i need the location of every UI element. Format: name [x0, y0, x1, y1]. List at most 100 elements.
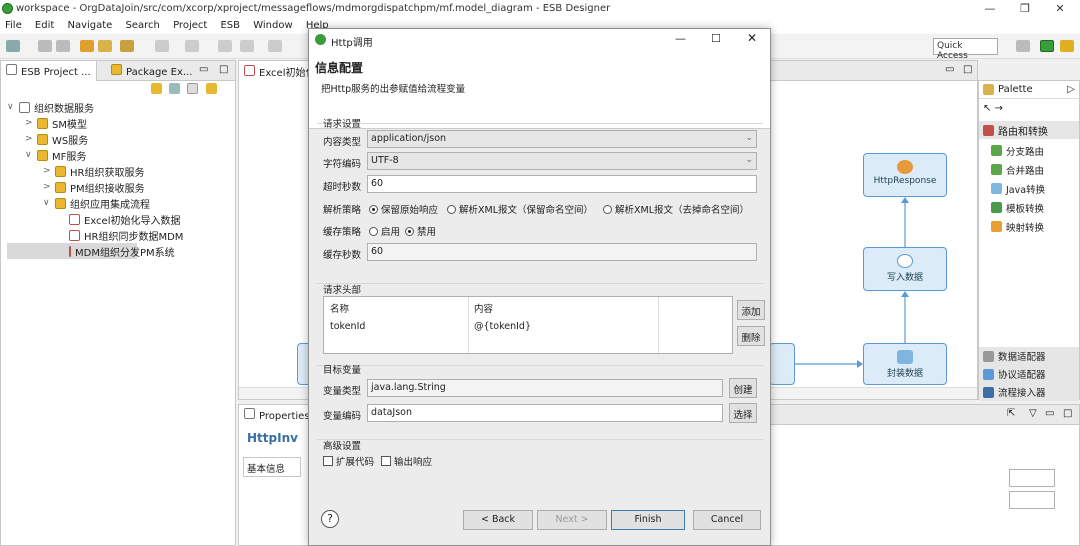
save-icon[interactable] [38, 40, 52, 52]
dialog-maximize-button[interactable]: ☐ [711, 32, 721, 45]
variable-code-input[interactable]: dataJson [367, 404, 723, 422]
view-menu-icon[interactable]: ▽ [1029, 408, 1037, 419]
dialog-close-button[interactable]: ✕ [747, 31, 757, 45]
tab-basic-info[interactable]: 基本信息 [243, 457, 301, 477]
palette-menu-icon[interactable]: ▷ [1067, 84, 1075, 95]
palette-item[interactable]: 分支路由 [991, 141, 1079, 160]
forward-icon[interactable] [268, 40, 282, 52]
palette-section-protocol-adapter[interactable]: 协议适配器 [979, 365, 1079, 383]
timeout-input[interactable]: 60 [367, 175, 757, 193]
flow-file-icon [69, 245, 71, 257]
last-edit-icon[interactable] [218, 40, 232, 52]
maximize-button[interactable]: ❐ [1015, 2, 1035, 15]
folder-icon [37, 133, 48, 145]
output-response-checkbox[interactable]: 输出响应 [381, 454, 432, 468]
back-button[interactable]: < Back [463, 510, 533, 530]
headers-table[interactable]: 名称 内容 tokenId @{tokenId} [323, 296, 733, 354]
palette-item[interactable]: 映射转换 [991, 217, 1079, 236]
palette-item[interactable]: 合并路由 [991, 160, 1079, 179]
parse-option-strip-ns[interactable]: 解析XML报文（去掉命名空间） [603, 202, 749, 216]
tree-item[interactable]: ∨ 组织数据服务 [7, 99, 235, 115]
palette-section-routing[interactable]: 路由和转换 [979, 121, 1079, 139]
build-icon[interactable] [80, 40, 94, 52]
connector-arrowhead [857, 360, 863, 368]
advanced-settings-group: 高级设置 扩展代码 输出响应 [317, 439, 763, 469]
minimize-panel-icon[interactable]: ▭ [199, 64, 208, 75]
tree-item[interactable]: > WS服务 [7, 131, 235, 147]
tree-item[interactable]: ∨ MF服务 [7, 147, 235, 163]
menu-file[interactable]: File [0, 18, 27, 33]
table-cell[interactable]: tokenId [330, 321, 365, 332]
select-variable-button[interactable]: 选择 [729, 403, 757, 423]
back-icon[interactable] [240, 40, 254, 52]
minimize-properties-icon[interactable]: ▭ [1045, 408, 1054, 419]
java-perspective-icon[interactable] [1060, 40, 1074, 52]
menu-project[interactable]: Project [168, 18, 212, 33]
mapping-icon [991, 221, 1002, 232]
tree-item[interactable]: ∨ 组织应用集成流程 [7, 195, 235, 211]
menu-esb[interactable]: ESB [215, 18, 245, 33]
dialog-header-title: 信息配置 [315, 61, 364, 75]
palette-section-data-adapter[interactable]: 数据适配器 [979, 347, 1079, 365]
save-all-icon[interactable] [56, 40, 70, 52]
charset-select[interactable]: UTF-8 ⌄ [367, 152, 757, 170]
tab-esb-project[interactable]: ESB Project ... [1, 61, 97, 81]
help-icon[interactable]: ? [321, 510, 339, 528]
next-button[interactable]: Next > [537, 510, 607, 530]
cache-option-enable[interactable]: 启用 [369, 224, 400, 238]
dialog-minimize-button[interactable]: — [675, 32, 686, 45]
run-icon[interactable] [120, 40, 134, 52]
menu-search[interactable]: Search [121, 18, 165, 33]
variable-type-input[interactable]: java.lang.String [367, 379, 723, 397]
palette-item[interactable]: Java转换 [991, 179, 1079, 198]
tree-item[interactable]: Excel初始化导入数据 [7, 211, 235, 227]
sync-icon[interactable] [151, 83, 162, 94]
create-variable-button[interactable]: 创建 [729, 378, 757, 398]
cancel-button[interactable]: Cancel [693, 510, 761, 530]
palette-items: 分支路由 合并路由 Java转换 模板转换 映射转换 [991, 141, 1079, 236]
close-button[interactable]: ✕ [1050, 2, 1070, 15]
tab-package-explorer[interactable]: Package Ex... [106, 61, 197, 81]
delete-header-button[interactable]: 删除 [737, 326, 765, 346]
maximize-properties-icon[interactable]: □ [1063, 408, 1072, 419]
open-perspective-icon[interactable] [1016, 40, 1030, 52]
open-icon[interactable] [98, 40, 112, 52]
esb-perspective-icon[interactable] [1040, 40, 1054, 52]
content-type-select[interactable]: application/json ⌄ [367, 130, 757, 148]
new-icon[interactable] [6, 40, 20, 52]
property-field[interactable] [1009, 469, 1055, 487]
view-menu-icon[interactable] [205, 83, 217, 94]
table-cell[interactable]: @{tokenId} [474, 321, 531, 332]
finish-button[interactable]: Finish [611, 510, 685, 530]
maximize-panel-icon[interactable]: □ [219, 64, 228, 75]
palette-item[interactable]: 模板转换 [991, 198, 1079, 217]
tree-item[interactable]: HR组织同步数据MDM [7, 227, 235, 243]
tab-properties[interactable]: Properties [239, 405, 316, 425]
minimize-button[interactable]: — [980, 2, 1000, 15]
add-header-button[interactable]: 添加 [737, 300, 765, 320]
tree-item-selected[interactable]: MDM组织分发PM系统 [7, 243, 175, 259]
quick-access-input[interactable]: Quick Access [933, 38, 998, 61]
variable-code-label: 变量编码 [323, 411, 362, 422]
selection-tool-icon[interactable]: ↖ → [983, 103, 1003, 114]
collapse-all-icon[interactable] [169, 83, 181, 94]
pin-icon[interactable]: ⇱ [1007, 408, 1015, 419]
tree-item[interactable]: > PM组织接收服务 [7, 179, 235, 195]
parse-option-keep-ns[interactable]: 解析XML报文（保留命名空间） [447, 202, 593, 216]
property-field[interactable] [1009, 491, 1055, 509]
cache-option-disable[interactable]: 禁用 [405, 224, 436, 238]
tree-item[interactable]: > HR组织获取服务 [7, 163, 235, 179]
parse-option-raw[interactable]: 保留原始响应 [369, 202, 438, 216]
extension-code-checkbox[interactable]: 扩展代码 [323, 454, 374, 468]
request-settings-label: 请求设置 [323, 119, 362, 130]
menu-window[interactable]: Window [248, 18, 297, 33]
menu-navigate[interactable]: Navigate [62, 18, 117, 33]
link-editor-icon[interactable] [187, 83, 199, 94]
next-annotation-icon[interactable] [155, 40, 169, 52]
menu-edit[interactable]: Edit [30, 18, 59, 33]
cache-seconds-input[interactable]: 60 [367, 243, 757, 261]
palette-section-flow-access[interactable]: 流程接入器 [979, 383, 1079, 401]
prev-annotation-icon[interactable] [185, 40, 199, 52]
flow-access-icon [983, 386, 994, 398]
tree-item[interactable]: > SM模型 [7, 115, 235, 131]
